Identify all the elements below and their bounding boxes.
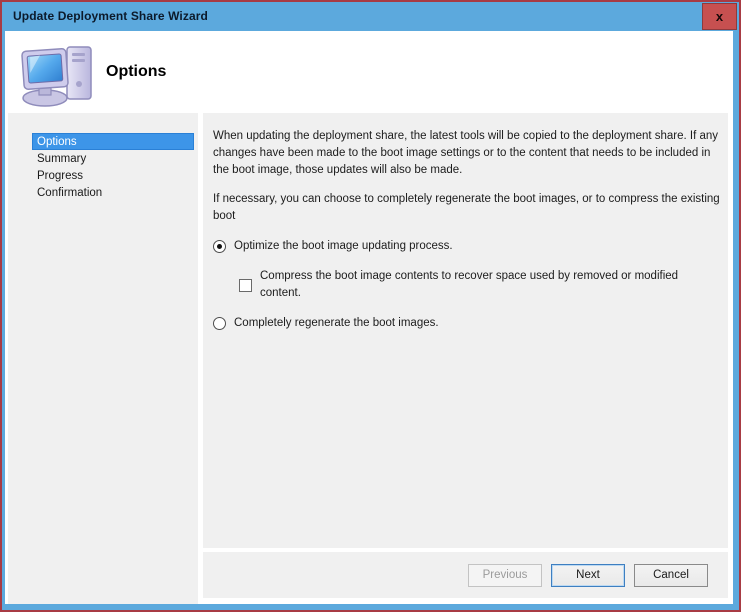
wizard-steps-nav: Options Summary Progress Confirmation: [32, 133, 194, 201]
optimize-radio-row[interactable]: Optimize the boot image updating process…: [213, 238, 718, 255]
optimize-radio-label: Optimize the boot image updating process…: [234, 240, 453, 252]
optimize-radio[interactable]: [213, 240, 226, 253]
wizard-content: When updating the deployment share, the …: [203, 113, 728, 548]
sidebar-item-options[interactable]: Options: [32, 133, 194, 150]
previous-button[interactable]: Previous: [468, 563, 542, 587]
client-area: Options Options Summary Progress Confirm…: [5, 31, 733, 604]
regenerate-radio[interactable]: [213, 317, 226, 330]
page-title: Options: [106, 63, 167, 80]
sidebar-item-progress[interactable]: Progress: [32, 167, 194, 184]
sidebar-item-confirmation[interactable]: Confirmation: [32, 184, 194, 201]
compress-checkbox[interactable]: [239, 278, 252, 292]
next-button[interactable]: Next: [551, 563, 625, 587]
close-button[interactable]: x: [702, 3, 737, 30]
cancel-button[interactable]: Cancel: [634, 563, 708, 587]
update-deployment-share-wizard-window: Update Deployment Share Wizard x Options…: [0, 0, 741, 612]
title-bar[interactable]: Update Deployment Share Wizard x: [2, 2, 739, 31]
instruction-paragraph: If necessary, you can choose to complete…: [213, 193, 720, 222]
compress-checkbox-row[interactable]: Compress the boot image contents to reco…: [239, 268, 718, 302]
sidebar-item-summary[interactable]: Summary: [32, 150, 194, 167]
wizard-header: Options: [5, 31, 733, 113]
wizard-sidebar: Options Summary Progress Confirmation: [8, 113, 198, 604]
wizard-footer: Previous Next Cancel: [203, 552, 728, 598]
window-title: Update Deployment Share Wizard: [13, 9, 208, 23]
regenerate-radio-label: Completely regenerate the boot images.: [234, 317, 439, 329]
intro-paragraph: When updating the deployment share, the …: [213, 130, 719, 176]
compress-checkbox-label: Compress the boot image contents to reco…: [260, 270, 679, 299]
close-icon: x: [715, 9, 724, 24]
regenerate-radio-row[interactable]: Completely regenerate the boot images.: [213, 315, 718, 332]
computer-icon: [21, 46, 92, 107]
